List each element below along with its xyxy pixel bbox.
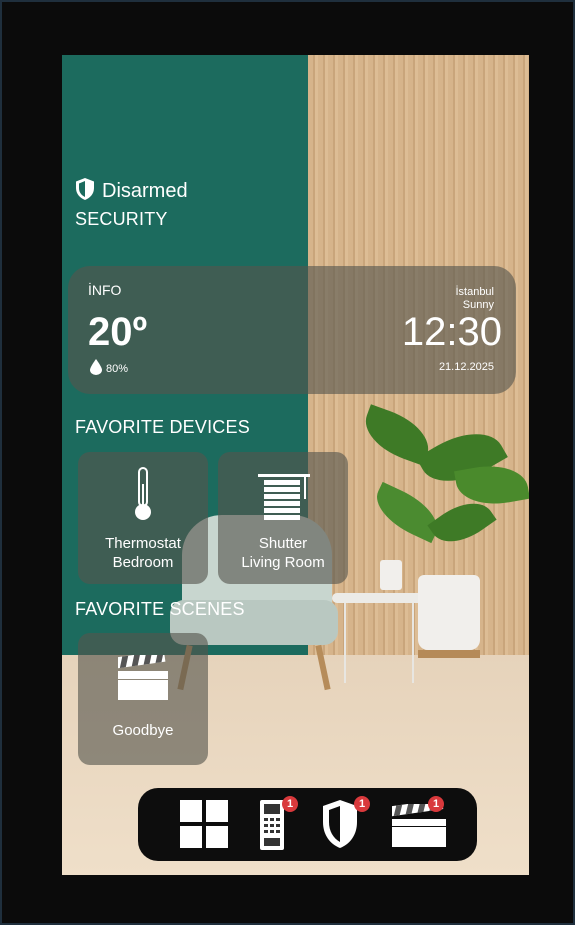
thermometer-icon [132, 466, 154, 527]
security-title: SECURITY [75, 209, 168, 229]
scene-tile-goodbye[interactable]: Goodbye [78, 633, 208, 765]
temperature-value: 20º [88, 310, 148, 354]
background-planter [418, 575, 480, 650]
info-label: İNFO [88, 282, 122, 298]
favorite-scenes-title: FAVORITE SCENES [75, 599, 245, 619]
dock-intercom-button[interactable]: 1 [250, 796, 304, 852]
security-status[interactable]: Disarmed [74, 177, 188, 206]
grid-icon [180, 800, 228, 853]
device-tile-shutter[interactable]: Shutter Living Room [218, 452, 348, 584]
favorite-devices-title: FAVORITE DEVICES [75, 417, 250, 437]
clapperboard-icon [116, 650, 168, 706]
notification-badge: 1 [282, 796, 298, 812]
city-name: İstanbul [455, 286, 494, 298]
dock-home-button[interactable] [174, 796, 228, 852]
background-table-leg [412, 603, 414, 683]
dock-security-button[interactable]: 1 [318, 796, 372, 852]
background-table-leg [344, 603, 346, 683]
dock-scenes-button[interactable]: 1 [390, 796, 446, 852]
humidity: 80% [90, 359, 128, 378]
shutter-icon [258, 474, 310, 529]
notification-badge: 1 [428, 796, 444, 812]
background-small-pot [380, 560, 402, 590]
water-drop-icon [90, 359, 102, 378]
device-name: Thermostat [105, 535, 181, 552]
device-room: Bedroom [112, 554, 174, 571]
notification-badge: 1 [354, 796, 370, 812]
clock-time: 12:30 [401, 310, 502, 354]
security-status-label: Disarmed [102, 180, 188, 202]
clock-date: 21.12.2025 [438, 361, 494, 373]
device-room: Living Room [241, 554, 325, 571]
background-side-table [332, 593, 424, 603]
background-planter-stand [418, 650, 480, 658]
device-tile-thermostat[interactable]: Thermostat Bedroom [78, 452, 208, 584]
scene-name: Goodbye [112, 722, 174, 739]
info-card[interactable]: İNFO 20º 80% İstanbul Sunny 12:30 21.12.… [68, 266, 516, 394]
humidity-value: 80% [106, 362, 129, 375]
bottom-dock: 1 1 1 [138, 788, 477, 861]
device-name: Shutter [258, 535, 308, 552]
screen: Disarmed SECURITY İNFO 20º 80% İstanbul … [62, 55, 529, 875]
shield-icon [74, 177, 96, 206]
